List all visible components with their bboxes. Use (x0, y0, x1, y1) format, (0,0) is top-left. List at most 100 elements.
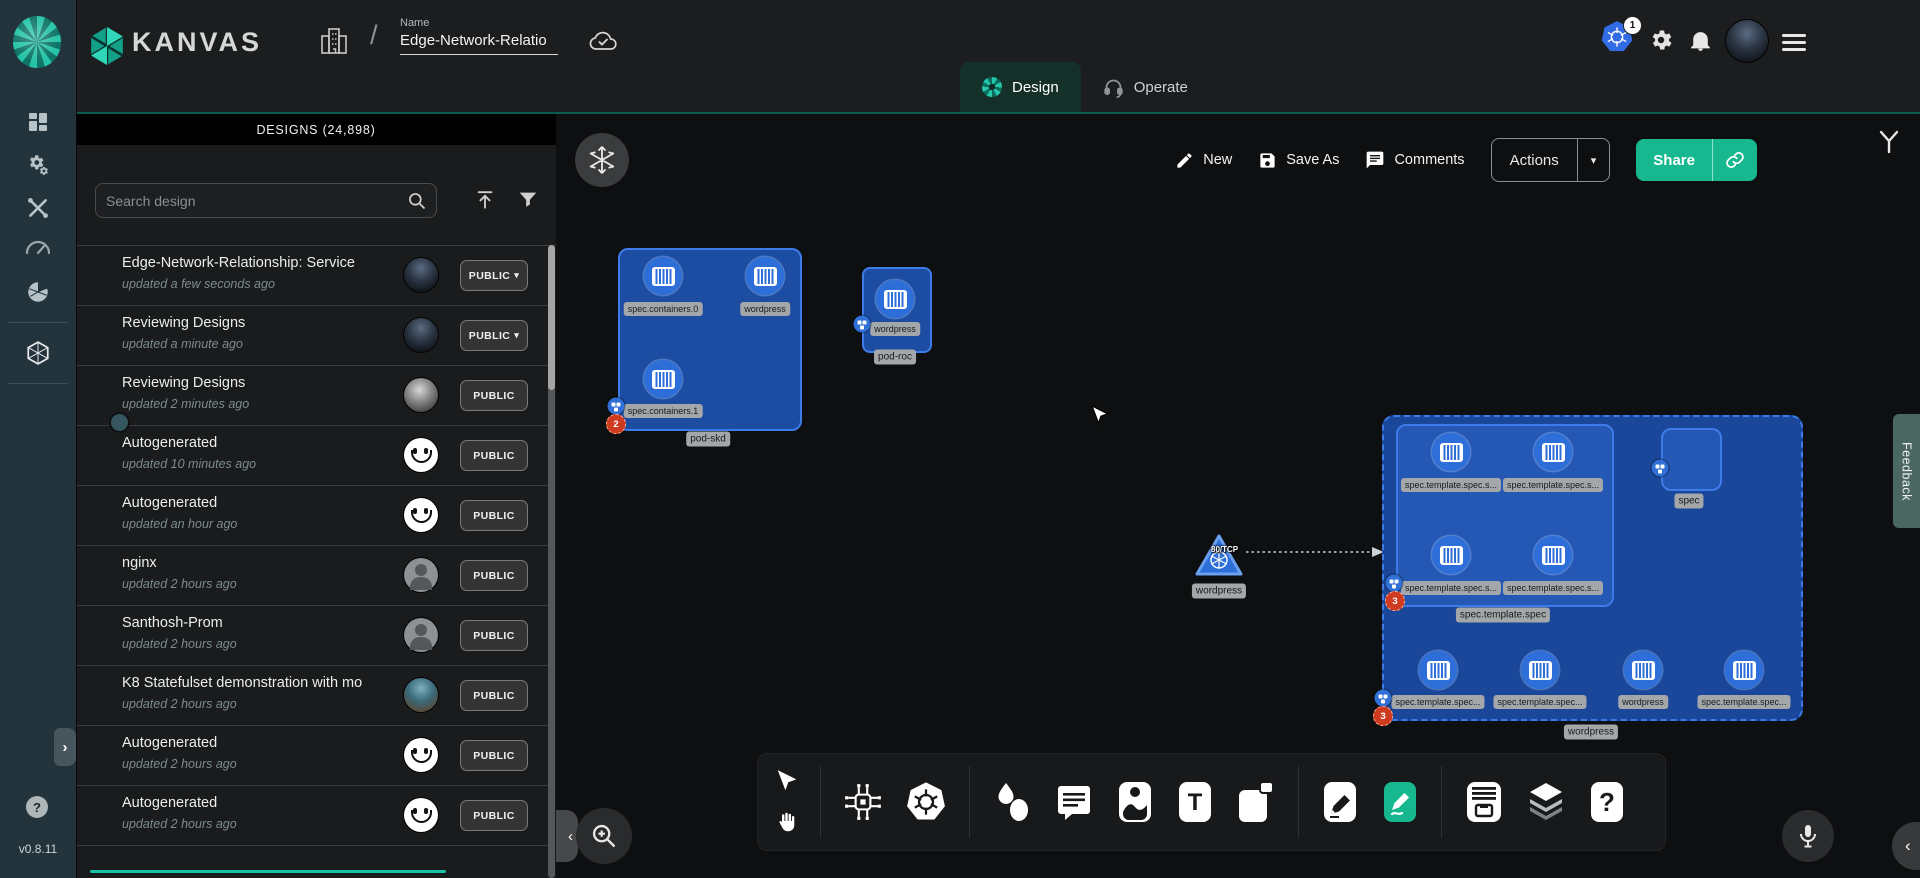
feedback-tab[interactable]: Feedback (1893, 414, 1920, 528)
organization-icon[interactable] (320, 26, 348, 56)
container-node[interactable] (644, 257, 682, 295)
hamburger-menu-icon[interactable] (1782, 34, 1806, 55)
comment-tool-icon[interactable] (1054, 782, 1094, 822)
new-button[interactable]: New (1175, 151, 1232, 170)
shapes-tool-icon[interactable] (992, 781, 1032, 823)
design-list-item[interactable]: Reviewing Designs updated 2 minutes ago … (76, 366, 548, 426)
error-count-badge[interactable]: 3 (1373, 706, 1393, 726)
sidebar-item-extensions[interactable] (0, 273, 76, 311)
visibility-badge[interactable]: PUBLIC (460, 560, 528, 591)
group-spec-template-spec[interactable] (1396, 424, 1614, 607)
user-avatar[interactable] (1726, 20, 1768, 62)
component-tool-icon[interactable] (843, 782, 883, 822)
error-count-badge[interactable]: 2 (606, 414, 626, 434)
owner-avatar (404, 618, 438, 652)
comments-button[interactable]: Comments (1365, 150, 1464, 170)
help-button[interactable]: ? (26, 796, 48, 818)
right-panel-chevron[interactable]: ‹ (1892, 822, 1920, 870)
notifications-bell-icon[interactable] (1688, 27, 1713, 54)
design-updated: updated a minute ago (122, 337, 243, 351)
design-list-item[interactable]: Autogenerated updated 2 hours ago PUBLIC (76, 726, 548, 786)
save-as-button[interactable]: Save As (1258, 151, 1339, 170)
chevron-down-icon[interactable]: ▾ (1578, 154, 1610, 167)
visibility-select[interactable]: PUBLIC▾ (460, 260, 528, 291)
text-tool-icon[interactable]: T (1176, 780, 1214, 824)
container-node[interactable] (1432, 536, 1470, 574)
container-node[interactable] (746, 257, 784, 295)
mesh-icon (25, 279, 51, 305)
copy-link-icon[interactable] (1713, 150, 1757, 170)
search-icon[interactable] (407, 191, 436, 211)
container-node[interactable] (1534, 433, 1572, 471)
layers-tool-icon[interactable] (1526, 781, 1566, 823)
share-split-button[interactable]: Share (1636, 139, 1757, 181)
scrollbar-thumb[interactable] (548, 245, 555, 390)
collapse-panel-chevron[interactable]: ‹ (556, 810, 578, 862)
design-canvas[interactable]: New Save As Comments Actions ▾ Share (556, 112, 1920, 878)
media-tool-icon[interactable] (1116, 780, 1154, 824)
pointer-tool-icon[interactable] (774, 769, 798, 795)
container-node[interactable] (1432, 433, 1470, 471)
visibility-badge[interactable]: PUBLIC (460, 440, 528, 471)
sidebar-item-lifecycle[interactable] (0, 146, 76, 184)
container-node[interactable] (644, 360, 682, 398)
node-label: wordpress (1564, 725, 1618, 740)
node-service-wordpress[interactable] (1192, 531, 1246, 579)
owner-avatar (404, 498, 438, 532)
drawer-tool-icon[interactable] (1464, 780, 1504, 824)
sidebar-item-dashboard[interactable] (0, 103, 76, 141)
pan-hand-tool-icon[interactable] (774, 809, 798, 835)
publish-upload-icon[interactable] (474, 188, 496, 211)
kubernetes-tool-icon[interactable] (905, 781, 947, 823)
container-node[interactable] (876, 280, 914, 318)
container-node[interactable] (1521, 651, 1559, 689)
actions-split-button[interactable]: Actions ▾ (1491, 138, 1611, 182)
freehand-draw-tool-icon[interactable] (1381, 780, 1419, 824)
note-tool-icon[interactable] (1236, 780, 1276, 824)
list-scrollbar[interactable] (548, 245, 555, 878)
search-design-input[interactable] (96, 193, 407, 209)
container-node[interactable] (1624, 651, 1662, 689)
kanvas-logo-icon[interactable] (88, 25, 126, 67)
tab-operate[interactable]: Operate (1081, 62, 1210, 112)
visibility-badge[interactable]: PUBLIC (460, 380, 528, 411)
visibility-badge[interactable]: PUBLIC (460, 500, 528, 531)
design-list-item[interactable]: Santhosh-Prom updated 2 hours ago PUBLIC (76, 606, 548, 666)
sidebar-expand-button[interactable]: › (54, 728, 76, 766)
design-list-item[interactable]: Reviewing Designs updated a minute ago P… (76, 306, 548, 366)
versions-branch-icon[interactable] (1876, 128, 1902, 156)
design-list-item[interactable]: Autogenerated updated an hour ago PUBLIC (76, 486, 548, 546)
visibility-badge[interactable]: PUBLIC (460, 800, 528, 831)
container-node[interactable] (1534, 536, 1572, 574)
design-list-item[interactable]: nginx updated 2 hours ago PUBLIC (76, 546, 548, 606)
design-list-item[interactable]: Edge-Network-Relationship: Service updat… (76, 246, 548, 306)
kubernetes-context-button[interactable]: 1 (1600, 20, 1642, 58)
sidebar-item-performance[interactable] (0, 229, 76, 267)
sidebar-item-kanvas[interactable] (0, 334, 76, 372)
design-list-item[interactable]: K8 Statefulset demonstration with mo upd… (76, 666, 548, 726)
design-list-item[interactable]: Autogenerated updated 10 minutes ago PUB… (76, 426, 548, 486)
sidebar-item-configuration[interactable] (0, 189, 76, 227)
visibility-badge[interactable]: PUBLIC (460, 620, 528, 651)
design-list-item[interactable]: Autogenerated updated 2 hours ago PUBLIC (76, 786, 548, 846)
voice-mic-button[interactable] (1782, 810, 1834, 862)
zoom-in-button[interactable] (576, 808, 632, 864)
tab-design[interactable]: Design (960, 62, 1081, 112)
container-node[interactable] (1725, 651, 1763, 689)
meshery-snowflake-button[interactable] (575, 133, 629, 187)
visibility-select[interactable]: PUBLIC▾ (460, 320, 528, 351)
container-label: wordpress (870, 322, 920, 336)
help-tool-icon[interactable]: ? (1588, 780, 1626, 824)
layer5-logo[interactable] (13, 16, 61, 68)
filter-funnel-icon[interactable] (517, 188, 539, 210)
settings-gear-icon[interactable] (1648, 27, 1674, 53)
pen-tool-icon[interactable] (1321, 780, 1359, 824)
error-count-badge[interactable]: 3 (1385, 591, 1405, 611)
container-node[interactable] (1419, 651, 1457, 689)
visibility-badge[interactable]: PUBLIC (460, 680, 528, 711)
design-name-input[interactable]: Edge-Network-Relatio (400, 32, 558, 55)
group-spec[interactable] (1661, 428, 1722, 491)
service-edge[interactable] (1244, 544, 1386, 560)
container-label: spec.template.spec... (1391, 695, 1484, 709)
visibility-badge[interactable]: PUBLIC (460, 740, 528, 771)
